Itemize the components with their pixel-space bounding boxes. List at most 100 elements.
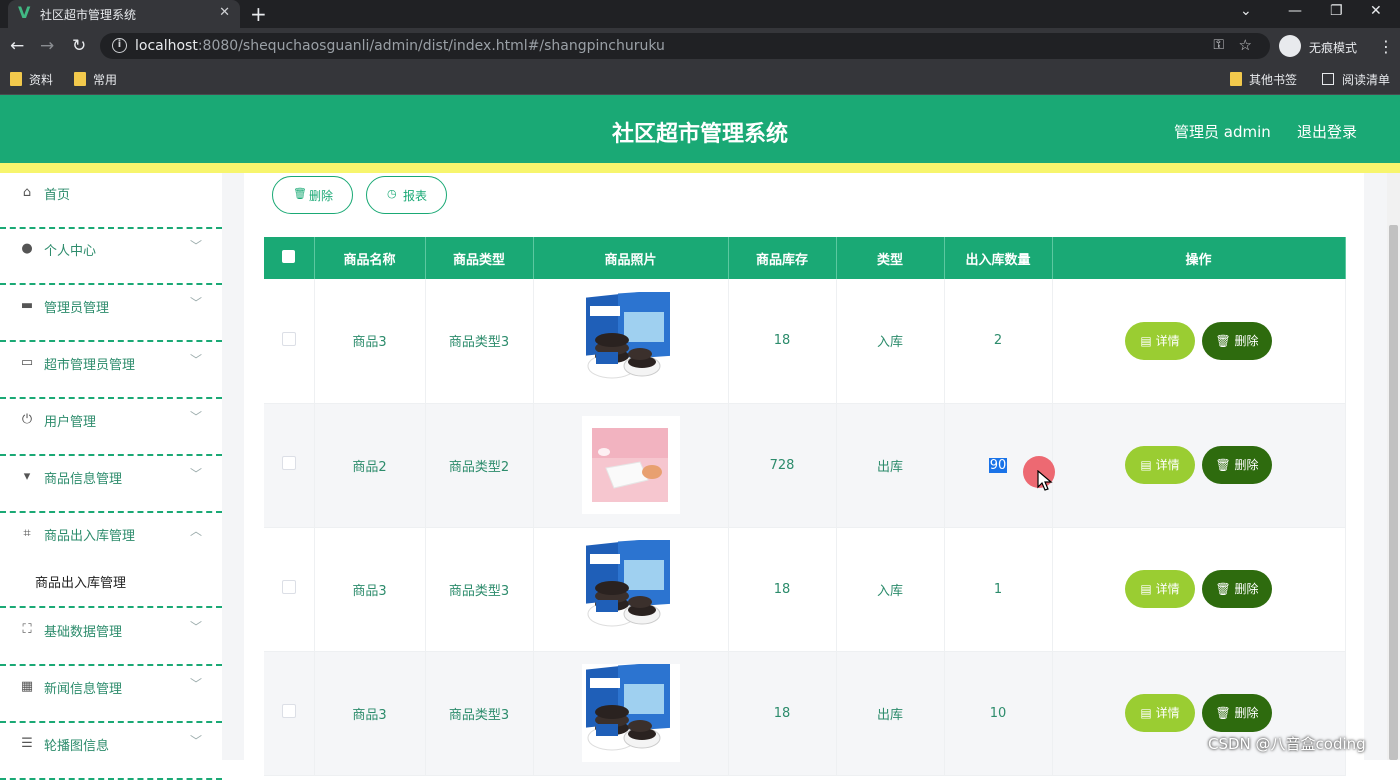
address-toolbar: ← → ↻ i localhost:8080/shequchaosguanli/… bbox=[0, 28, 1400, 64]
sidebar-item-8[interactable]: ▦ 新闻信息管理 ﹀ bbox=[0, 667, 222, 723]
table-row[interactable]: 商品3 商品类型3 18 入库 2 ▤ 详情 🗑 删除 bbox=[264, 279, 1346, 404]
batch-delete-button[interactable]: 🗑 删除 bbox=[272, 176, 353, 214]
reload-icon[interactable]: ↻ bbox=[72, 36, 86, 56]
product-type: 商品类型2 bbox=[425, 403, 534, 528]
product-stock: 18 bbox=[728, 527, 837, 652]
trash-icon: 🗑 bbox=[1215, 582, 1235, 596]
key-icon[interactable]: ⚿ bbox=[1213, 37, 1224, 53]
report-button[interactable]: ◷ 报表 bbox=[366, 176, 447, 214]
doc-icon: ▤ bbox=[1140, 333, 1156, 348]
site-info-icon[interactable]: i bbox=[112, 38, 127, 53]
menu-divider bbox=[0, 721, 222, 723]
sidebar-item-label: 首页 bbox=[44, 188, 71, 203]
delete-button[interactable]: 🗑 删除 bbox=[1202, 694, 1272, 732]
col-header-photo: 商品照片 bbox=[533, 237, 729, 279]
product-stock: 728 bbox=[728, 403, 837, 528]
sidebar-item-7[interactable]: ⛶ 基础数据管理 ﹀ bbox=[0, 610, 222, 666]
row-select-cell[interactable] bbox=[264, 279, 315, 404]
sidebar-item-3[interactable]: ▭ 超市管理员管理 ﹀ bbox=[0, 343, 222, 399]
back-icon[interactable]: ← bbox=[10, 36, 24, 56]
product-name: 商品2 bbox=[314, 403, 426, 528]
url-bar[interactable]: i localhost:8080/shequchaosguanli/admin/… bbox=[100, 33, 1270, 59]
detail-button[interactable]: ▤ 详情 bbox=[1125, 446, 1195, 484]
browser-tab-bar: V 社区超市管理系统 ✕ + ⌄ — ❐ ✕ bbox=[0, 0, 1400, 28]
product-photo bbox=[581, 291, 680, 390]
home-icon: ⌂ bbox=[22, 185, 32, 200]
bookmark-folder-changyong[interactable]: 常用 bbox=[74, 71, 117, 88]
row-checkbox[interactable] bbox=[281, 580, 296, 594]
sidebar-item-1[interactable]: ● 个人中心 ﹀ bbox=[0, 229, 222, 285]
trash-icon: 🗑 bbox=[293, 187, 307, 200]
frame-icon: ⛶ bbox=[22, 622, 32, 637]
quantity-value: 1 bbox=[993, 581, 1003, 597]
col-header-io-type: 类型 bbox=[836, 237, 945, 279]
admin-icon: ▬ bbox=[20, 298, 34, 313]
minimize-button[interactable]: — bbox=[1288, 3, 1302, 19]
product-name: 商品3 bbox=[314, 279, 426, 404]
detail-button[interactable]: ▤ 详情 bbox=[1125, 570, 1195, 608]
product-name: 商品3 bbox=[314, 651, 426, 776]
tab-close-icon[interactable]: ✕ bbox=[219, 5, 230, 20]
sidebar-item-label: 个人中心 bbox=[44, 244, 97, 259]
trash-icon: 🗑 bbox=[1215, 706, 1235, 720]
detail-button[interactable]: ▤ 详情 bbox=[1125, 694, 1195, 732]
sidebar-item-4[interactable]: ⏻ 用户管理 ﹀ bbox=[0, 400, 222, 456]
scrollbar-thumb[interactable] bbox=[1389, 225, 1398, 760]
bookmark-star-icon[interactable]: ☆ bbox=[1239, 36, 1252, 54]
other-bookmarks[interactable]: 其他书签 bbox=[1230, 71, 1297, 88]
row-checkbox[interactable] bbox=[281, 331, 296, 346]
browser-menu-icon[interactable]: ⋮ bbox=[1378, 37, 1394, 56]
chevron-down-icon: ﹀ bbox=[190, 410, 203, 424]
tab-search-icon[interactable]: ⌄ bbox=[1240, 3, 1252, 19]
url-text[interactable]: localhost:8080/shequchaosguanli/admin/di… bbox=[135, 38, 665, 54]
delete-button[interactable]: 🗑 删除 bbox=[1202, 446, 1272, 484]
select-all-cell[interactable] bbox=[264, 237, 315, 279]
actions-cell: ▤ 详情 🗑 删除 bbox=[1052, 403, 1346, 528]
quantity-value: 2 bbox=[993, 333, 1003, 349]
forward-icon[interactable]: → bbox=[40, 36, 54, 56]
delete-button[interactable]: 🗑 删除 bbox=[1202, 321, 1272, 360]
product-stock: 18 bbox=[728, 651, 837, 776]
select-all-checkbox[interactable] bbox=[282, 249, 296, 263]
logout-link[interactable]: 退出登录 bbox=[1297, 121, 1357, 142]
crop-icon: ⌗ bbox=[23, 526, 31, 541]
bookmarks-bar: 资料 常用 其他书签 阅读清单 bbox=[0, 64, 1400, 95]
row-select-cell[interactable] bbox=[264, 403, 315, 528]
sidebar-item-5[interactable]: ▾ 商品信息管理 ﹀ bbox=[0, 457, 222, 513]
menu-divider bbox=[0, 664, 222, 666]
product-photo-cell bbox=[533, 279, 729, 404]
table-row[interactable]: 商品3 商品类型3 18 入库 1 ▤ 详情 🗑 删除 bbox=[264, 527, 1346, 652]
sidebar-item-2[interactable]: ▬ 管理员管理 ﹀ bbox=[0, 286, 222, 342]
new-tab-button[interactable]: + bbox=[250, 2, 267, 26]
sidebar-item-label: 用户管理 bbox=[44, 415, 97, 430]
delete-button[interactable]: 🗑 删除 bbox=[1202, 570, 1272, 608]
sidebar-item-9[interactable]: ☰ 轮播图信息 ﹀ bbox=[0, 724, 222, 780]
bookmark-folder-ziliao[interactable]: 资料 bbox=[10, 71, 53, 88]
current-user: 管理员 admin bbox=[1174, 123, 1271, 141]
row-checkbox[interactable] bbox=[281, 456, 296, 470]
sidebar-item-label: 商品信息管理 bbox=[44, 472, 123, 487]
actions-cell: ▤ 详情 🗑 删除 bbox=[1052, 279, 1346, 404]
folder-icon bbox=[74, 72, 86, 86]
row-select-cell[interactable] bbox=[264, 527, 315, 652]
sidebar-subitem-stock-io[interactable]: 商品出入库管理 bbox=[0, 570, 222, 608]
close-window-button[interactable]: ✕ bbox=[1370, 3, 1382, 19]
card-icon: ▭ bbox=[20, 355, 34, 370]
table-header-row: 商品名称 商品类型 商品照片 商品库存 类型 出入库数量 操作 bbox=[264, 237, 1346, 279]
sidebar-item-6[interactable]: ⌗ 商品出入库管理 ︿ bbox=[0, 514, 222, 570]
table-row[interactable]: 商品2 商品类型2 728 出库 90 ▤ 详情 🗑 删除 bbox=[264, 403, 1346, 528]
row-checkbox[interactable] bbox=[281, 704, 296, 718]
sidebar-item-label: 轮播图信息 bbox=[44, 739, 110, 754]
sidebar-item-0[interactable]: ⌂ 首页 bbox=[0, 173, 222, 229]
incognito-icon bbox=[1279, 35, 1301, 57]
trash-icon: 🗑 bbox=[1215, 458, 1235, 472]
restore-button[interactable]: ❐ bbox=[1330, 3, 1343, 19]
row-select-cell[interactable] bbox=[264, 651, 315, 776]
detail-button[interactable]: ▤ 详情 bbox=[1125, 321, 1195, 360]
chevron-down-icon: ﹀ bbox=[190, 296, 203, 310]
reading-list[interactable]: 阅读清单 bbox=[1322, 71, 1390, 88]
product-type: 商品类型3 bbox=[425, 279, 534, 404]
col-header-name: 商品名称 bbox=[314, 237, 426, 279]
browser-tab[interactable]: V 社区超市管理系统 ✕ bbox=[8, 0, 240, 28]
table-row[interactable]: 商品3 商品类型3 18 出库 10 ▤ 详情 🗑 删除 bbox=[264, 651, 1346, 776]
